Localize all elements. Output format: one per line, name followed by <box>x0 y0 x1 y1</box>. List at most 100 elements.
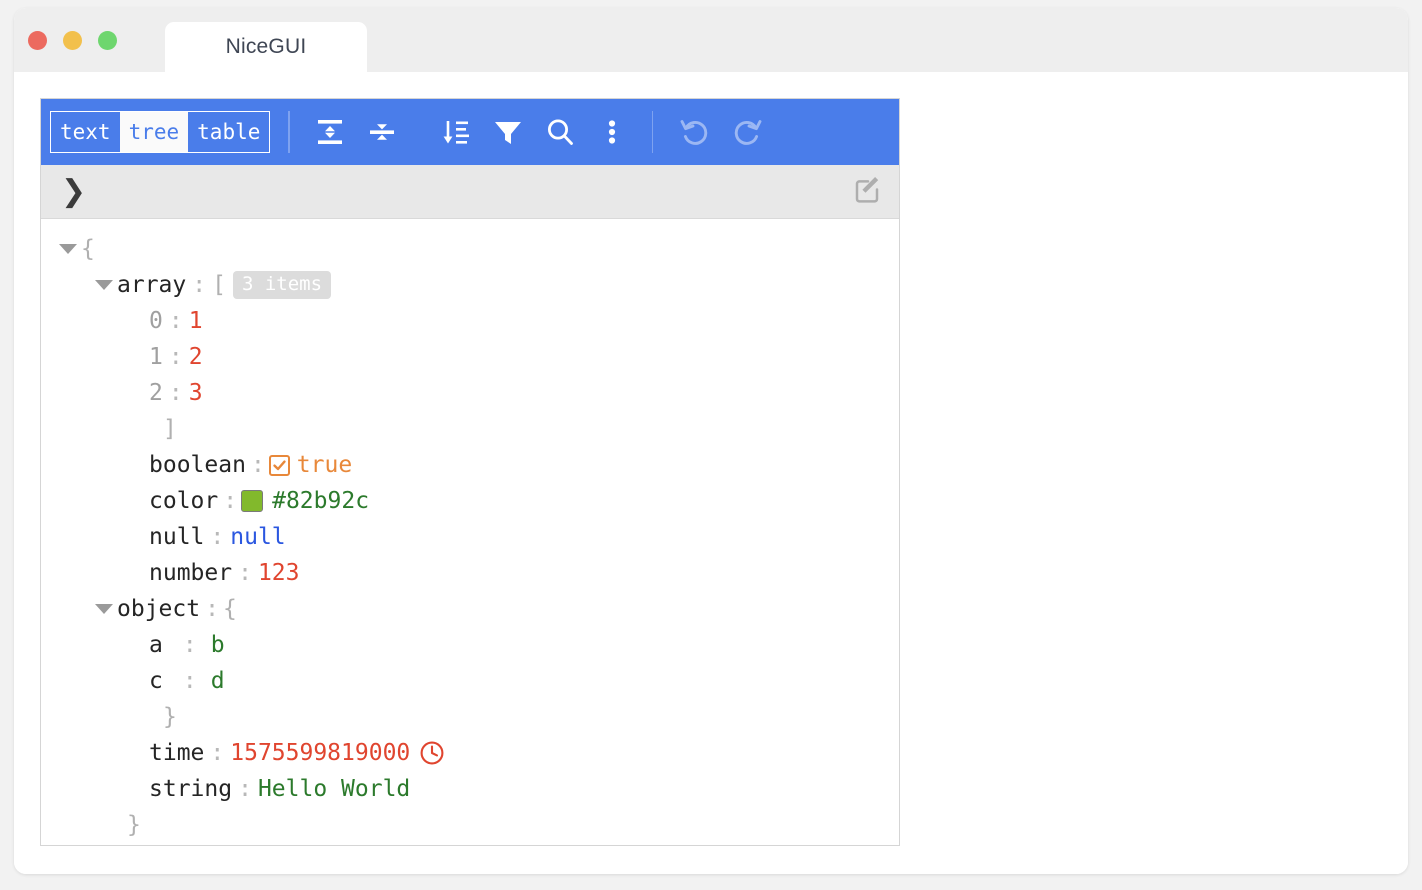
check-icon <box>272 458 287 473</box>
array-items-badge: 3 items <box>233 271 331 299</box>
key-string: string <box>149 771 232 807</box>
pencil-square-icon <box>853 174 883 209</box>
root-open-brace: { <box>81 231 95 267</box>
value-color[interactable]: #82b92c <box>272 483 369 519</box>
colon-number: : <box>232 555 258 591</box>
browser-tab-nicegui[interactable]: NiceGUI <box>165 22 367 72</box>
redo-icon <box>730 115 764 149</box>
boolean-checkbox[interactable] <box>269 455 290 476</box>
tree-row-color[interactable]: color : #82b92c <box>41 483 899 519</box>
traffic-light-buttons <box>28 31 117 50</box>
value-array-0[interactable]: 1 <box>189 303 203 339</box>
colon-string: : <box>232 771 258 807</box>
tree-row-array-1[interactable]: 1 : 2 <box>41 339 899 375</box>
tree-row-array[interactable]: array : [ 3 items <box>41 267 899 303</box>
expand-all-button[interactable] <box>304 109 356 155</box>
minimize-window-button[interactable] <box>63 31 82 50</box>
tree-row-null[interactable]: null : null <box>41 519 899 555</box>
clock-icon <box>419 740 445 766</box>
colon-null: : <box>204 519 230 555</box>
kebab-menu-icon <box>596 116 628 148</box>
tree-row-string[interactable]: string : Hello World <box>41 771 899 807</box>
value-number[interactable]: 123 <box>258 555 300 591</box>
object-close-brace: } <box>163 699 177 735</box>
tree-row-array-close: ] <box>41 411 899 447</box>
colon-object-c: : <box>163 663 211 699</box>
sort-icon <box>440 116 472 148</box>
mode-button-tree[interactable]: tree <box>120 112 189 152</box>
object-open-brace: { <box>223 591 237 627</box>
color-swatch[interactable] <box>241 490 263 512</box>
edit-contents-button[interactable] <box>853 174 883 209</box>
value-array-1[interactable]: 2 <box>189 339 203 375</box>
json-path-bar: ❯ <box>41 165 899 219</box>
colon-boolean: : <box>246 447 269 483</box>
undo-button[interactable] <box>669 109 721 155</box>
tree-row-root-open[interactable]: { <box>41 231 899 267</box>
toolbar-divider-2 <box>652 111 654 153</box>
key-array: array <box>117 267 186 303</box>
more-options-button[interactable] <box>586 109 638 155</box>
key-boolean: boolean <box>149 447 246 483</box>
maximize-window-button[interactable] <box>98 31 117 50</box>
value-object-c[interactable]: d <box>211 663 225 699</box>
collapse-all-icon <box>366 116 398 148</box>
root-close-brace: } <box>127 807 141 843</box>
value-object-a[interactable]: b <box>211 627 225 663</box>
index-2: 2 <box>149 375 163 411</box>
json-editor-toolbar: text tree table <box>41 99 899 165</box>
tree-row-number[interactable]: number : 123 <box>41 555 899 591</box>
tree-row-object-c[interactable]: c : d <box>41 663 899 699</box>
browser-tab-label: NiceGUI <box>226 35 307 59</box>
key-object-c: c <box>149 663 163 699</box>
tree-row-boolean[interactable]: boolean : true <box>41 447 899 483</box>
toggle-array[interactable] <box>91 280 117 290</box>
browser-window: NiceGUI text tree table <box>14 8 1408 874</box>
close-window-button[interactable] <box>28 31 47 50</box>
expand-all-icon <box>314 116 346 148</box>
chevron-right-icon[interactable]: ❯ <box>55 177 92 207</box>
value-time[interactable]: 1575599819000 <box>230 735 410 771</box>
colon-array: : <box>186 267 212 303</box>
search-icon <box>544 116 576 148</box>
search-button[interactable] <box>534 109 586 155</box>
colon-array-1: : <box>163 339 189 375</box>
key-object: object <box>117 591 200 627</box>
toggle-root[interactable] <box>55 244 81 254</box>
colon-object: : <box>200 591 223 627</box>
tree-row-object-a[interactable]: a : b <box>41 627 899 663</box>
index-0: 0 <box>149 303 163 339</box>
mode-button-table[interactable]: table <box>188 112 269 152</box>
tree-row-array-0[interactable]: 0 : 1 <box>41 303 899 339</box>
undo-icon <box>678 115 712 149</box>
key-color: color <box>149 483 218 519</box>
toggle-object[interactable] <box>91 604 117 614</box>
colon-array-0: : <box>163 303 189 339</box>
key-null: null <box>149 519 204 555</box>
redo-button[interactable] <box>721 109 773 155</box>
tree-row-array-2[interactable]: 2 : 3 <box>41 375 899 411</box>
sort-button[interactable] <box>430 109 482 155</box>
key-time: time <box>149 735 204 771</box>
value-array-2[interactable]: 3 <box>189 375 203 411</box>
colon-color: : <box>218 483 241 519</box>
filter-button[interactable] <box>482 109 534 155</box>
mode-button-text[interactable]: text <box>51 112 120 152</box>
timestamp-button[interactable] <box>419 740 445 766</box>
index-1: 1 <box>149 339 163 375</box>
page-content: text tree table <box>14 72 1408 874</box>
json-tree-view: { array : [ 3 items 0 : 1 <box>41 219 899 845</box>
colon-time: : <box>204 735 230 771</box>
value-string[interactable]: Hello World <box>258 771 410 807</box>
colon-object-a: : <box>163 627 211 663</box>
collapse-all-button[interactable] <box>356 109 408 155</box>
tree-row-object[interactable]: object : { <box>41 591 899 627</box>
toolbar-divider-1 <box>288 111 290 153</box>
tree-row-time[interactable]: time : 1575599819000 <box>41 735 899 771</box>
json-editor: text tree table <box>40 98 900 846</box>
value-boolean[interactable]: true <box>297 447 352 483</box>
array-close-bracket: ] <box>163 411 177 447</box>
filter-icon <box>492 116 524 148</box>
value-null[interactable]: null <box>230 519 285 555</box>
colon-array-2: : <box>163 375 189 411</box>
